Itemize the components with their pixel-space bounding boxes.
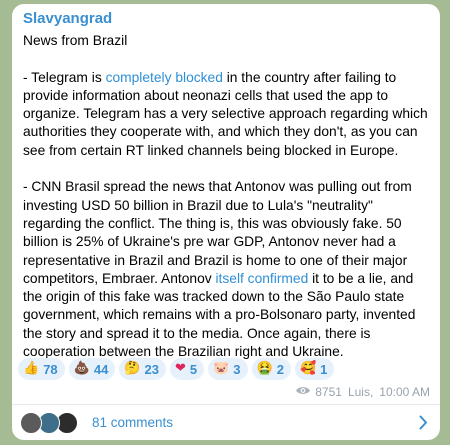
eye-icon <box>295 385 311 399</box>
reaction-count: 2 <box>276 361 284 377</box>
link-completely-blocked[interactable]: completely blocked <box>106 70 223 85</box>
poop-icon: 💩 <box>73 361 90 376</box>
message-heading: News from Brazil <box>23 33 128 48</box>
post-author: Luis, <box>347 385 374 399</box>
thumbs-up-icon: 👍 <box>23 361 40 376</box>
reaction-thumbs-up[interactable]: 👍 78 <box>18 358 65 380</box>
reaction-count: 44 <box>93 361 109 377</box>
chevron-right-icon <box>419 415 428 435</box>
comments-button[interactable]: 81 comments <box>12 404 440 440</box>
message-meta: 8751 Luis, 10:00 AM <box>295 385 430 399</box>
reaction-pig[interactable]: 🐷 3 <box>208 358 248 380</box>
reaction-count: 5 <box>189 361 198 377</box>
thinking-face-icon: 🤔 <box>124 361 141 376</box>
reaction-poop[interactable]: 💩 44 <box>68 358 116 380</box>
comments-count-label: 81 comments <box>92 415 174 430</box>
link-itself-confirmed[interactable]: itself confirmed <box>215 271 308 286</box>
channel-name[interactable]: Slavyangrad <box>23 10 112 27</box>
reaction-heart[interactable]: ❤ 5 <box>169 358 205 380</box>
paragraph-telegram: - Telegram is completely blocked in the … <box>23 69 433 160</box>
reaction-hearts-face[interactable]: 🥰 1 <box>294 358 335 380</box>
avatar <box>20 412 42 434</box>
paragraph-telegram-prefix: - Telegram is <box>23 69 106 85</box>
reaction-thinking[interactable]: 🤔 23 <box>119 358 166 380</box>
smiling-face-with-hearts-icon: 🥰 <box>299 361 317 376</box>
post-time: 10:00 AM <box>379 385 430 399</box>
reaction-count: 1 <box>320 361 328 377</box>
heart-icon: ❤ <box>174 361 186 376</box>
message-text: News from Brazil - Telegram is completel… <box>23 32 433 361</box>
message-bubble: Slavyangrad News from Brazil - Telegram … <box>12 4 440 440</box>
reaction-count: 23 <box>144 361 159 377</box>
reactions-row: 👍 78 💩 44 🤔 23 ❤ 5 🐷 3 🤮 2 🥰 1 <box>18 358 335 380</box>
paragraph-cnn: - CNN Brasil spread the news that Antono… <box>23 178 433 361</box>
reaction-count: 3 <box>233 361 241 377</box>
vomiting-face-icon: 🤮 <box>256 361 273 376</box>
reaction-vomiting[interactable]: 🤮 2 <box>251 358 291 380</box>
view-count: 8751 <box>315 385 342 399</box>
pig-face-icon: 🐷 <box>213 361 230 376</box>
reaction-count: 78 <box>43 361 58 377</box>
